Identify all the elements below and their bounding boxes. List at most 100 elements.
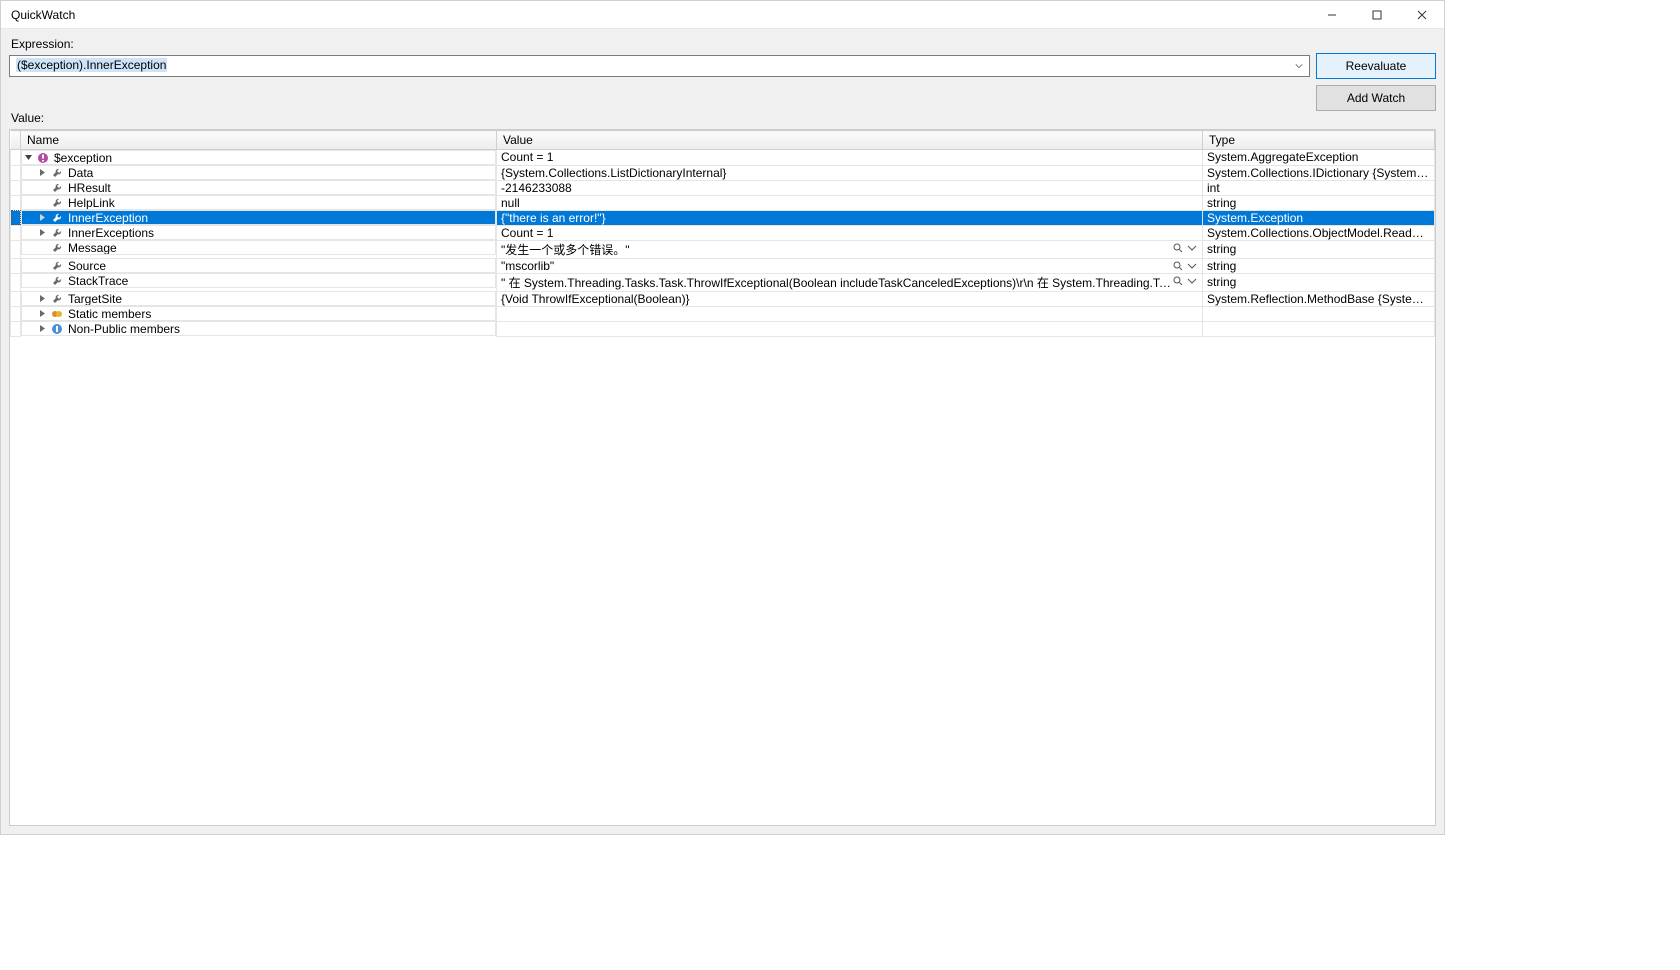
value-cell[interactable]: Count = 1 <box>497 150 1203 166</box>
type-cell[interactable]: string <box>1203 258 1435 273</box>
row-value-text: Count = 1 <box>501 150 553 164</box>
reevaluate-button[interactable]: Reevaluate <box>1316 53 1436 79</box>
row-gutter <box>11 150 21 166</box>
wrench-icon <box>50 226 64 240</box>
magnifier-icon[interactable] <box>1172 260 1184 272</box>
collapse-icon[interactable] <box>22 152 34 164</box>
expand-icon[interactable] <box>36 308 48 320</box>
type-cell[interactable] <box>1203 306 1435 321</box>
value-cell[interactable]: Count = 1 <box>497 225 1203 240</box>
expand-icon <box>36 242 48 254</box>
row-gutter <box>11 240 21 258</box>
table-row[interactable]: InnerException{"there is an error!"}Syst… <box>11 210 1435 225</box>
grid-header-value[interactable]: Value <box>497 131 1203 150</box>
type-cell[interactable]: System.Exception <box>1203 210 1435 225</box>
type-cell[interactable]: string <box>1203 195 1435 210</box>
row-name-text: Message <box>68 241 117 255</box>
row-value-text: {System.Collections.ListDictionaryIntern… <box>501 166 726 180</box>
value-visualizer[interactable] <box>1172 259 1198 273</box>
row-type-text: string <box>1207 242 1236 256</box>
name-cell[interactable]: Source <box>21 258 496 273</box>
value-cell[interactable]: {"there is an error!"} <box>497 210 1203 225</box>
row-type-text: System.Collections.ObjectModel.ReadOnlyC… <box>1207 226 1435 240</box>
row-name-text: Non-Public members <box>68 322 180 336</box>
type-cell[interactable] <box>1203 321 1435 336</box>
name-cell[interactable]: Non-Public members <box>21 321 496 336</box>
chevron-down-icon <box>1295 62 1303 70</box>
type-cell[interactable]: System.Collections.ObjectModel.ReadOnlyC… <box>1203 225 1435 240</box>
value-cell[interactable]: "mscorlib" <box>497 258 1203 273</box>
maximize-button[interactable] <box>1354 1 1399 29</box>
watch-grid[interactable]: Name Value Type $exceptionCount = 1Syste… <box>10 130 1435 337</box>
expand-icon[interactable] <box>36 212 48 224</box>
add-watch-button[interactable]: Add Watch <box>1316 85 1436 111</box>
table-row[interactable]: StackTrace " 在 System.Threading.Tasks.Tas… <box>11 273 1435 291</box>
value-cell[interactable]: " 在 System.Threading.Tasks.Task.ThrowIfE… <box>497 273 1203 291</box>
expression-input[interactable] <box>9 55 1310 77</box>
value-visualizer[interactable] <box>1172 241 1198 255</box>
type-cell[interactable]: int <box>1203 180 1435 195</box>
table-row[interactable]: Source"mscorlib" string <box>11 258 1435 273</box>
value-cell[interactable]: {System.Collections.ListDictionaryIntern… <box>497 165 1203 180</box>
name-cell[interactable]: Data <box>21 165 496 180</box>
type-cell[interactable]: string <box>1203 240 1435 258</box>
expand-icon[interactable] <box>36 323 48 335</box>
table-row[interactable]: HResult -2146233088 int <box>11 180 1435 195</box>
value-cell[interactable]: null <box>497 195 1203 210</box>
type-cell[interactable]: System.Collections.IDictionary {System.C… <box>1203 165 1435 180</box>
value-cell[interactable]: "发生一个或多个错误。" <box>497 240 1203 258</box>
value-cell[interactable]: -2146233088 <box>497 180 1203 195</box>
type-cell[interactable]: System.AggregateException <box>1203 150 1435 166</box>
content-area: Expression: ($exception).InnerException … <box>1 29 1444 834</box>
name-cell[interactable]: Static members <box>21 306 496 321</box>
grid-header-name[interactable]: Name <box>21 131 497 150</box>
row-value-text: -2146233088 <box>501 181 572 195</box>
name-cell[interactable]: InnerException <box>21 210 496 225</box>
name-cell[interactable]: StackTrace <box>21 273 496 288</box>
magnifier-icon[interactable] <box>1172 242 1184 254</box>
expression-left: Expression: ($exception).InnerException <box>9 33 1310 77</box>
row-gutter <box>11 210 21 225</box>
table-row[interactable]: Message "发生一个或多个错误。" string <box>11 240 1435 258</box>
row-type-text: int <box>1207 181 1220 195</box>
table-row[interactable]: Static members <box>11 306 1435 321</box>
value-cell[interactable]: {Void ThrowIfExceptional(Boolean)} <box>497 291 1203 306</box>
table-row[interactable]: TargetSite{Void ThrowIfExceptional(Boole… <box>11 291 1435 306</box>
table-row[interactable]: Data {System.Collections.ListDictionaryIn… <box>11 165 1435 180</box>
visualizer-dropdown-icon[interactable] <box>1186 260 1198 272</box>
table-row[interactable]: $exception Count = 1 System.AggregateExcep… <box>11 150 1435 166</box>
table-row[interactable]: Non-Public members <box>11 321 1435 336</box>
type-cell[interactable]: string <box>1203 273 1435 291</box>
close-button[interactable] <box>1399 1 1444 29</box>
name-cell[interactable]: InnerExceptions <box>21 225 496 240</box>
minimize-button[interactable] <box>1309 1 1354 29</box>
wrench-icon <box>50 292 64 306</box>
row-gutter <box>11 195 21 210</box>
name-cell[interactable]: HelpLink <box>21 195 496 210</box>
window-buttons <box>1309 1 1444 29</box>
row-type-text: string <box>1207 259 1236 273</box>
row-name-text: $exception <box>54 151 112 165</box>
row-type-text: System.AggregateException <box>1207 150 1358 164</box>
minimize-icon <box>1327 10 1337 20</box>
name-cell[interactable]: HResult <box>21 180 496 195</box>
expand-icon[interactable] <box>36 293 48 305</box>
visualizer-dropdown-icon[interactable] <box>1186 242 1198 254</box>
table-row[interactable]: InnerExceptionsCount = 1 System.Collectio… <box>11 225 1435 240</box>
table-row[interactable]: HelpLinknullstring <box>11 195 1435 210</box>
expression-dropdown[interactable] <box>1290 57 1308 75</box>
name-cell[interactable]: $exception <box>21 150 496 165</box>
value-cell[interactable] <box>497 306 1203 321</box>
value-cell[interactable] <box>497 321 1203 336</box>
name-cell[interactable]: TargetSite <box>21 291 496 306</box>
row-name-text: StackTrace <box>68 274 128 288</box>
name-cell[interactable]: Message <box>21 240 496 255</box>
expand-icon[interactable] <box>36 167 48 179</box>
grid-header-type[interactable]: Type <box>1203 131 1435 150</box>
value-label: Value: <box>1 111 1444 129</box>
row-gutter <box>11 306 21 321</box>
exception-icon <box>36 151 50 165</box>
type-cell[interactable]: System.Reflection.MethodBase {System.Ref… <box>1203 291 1435 306</box>
wrench-sel-icon <box>50 211 64 225</box>
expand-icon[interactable] <box>36 227 48 239</box>
